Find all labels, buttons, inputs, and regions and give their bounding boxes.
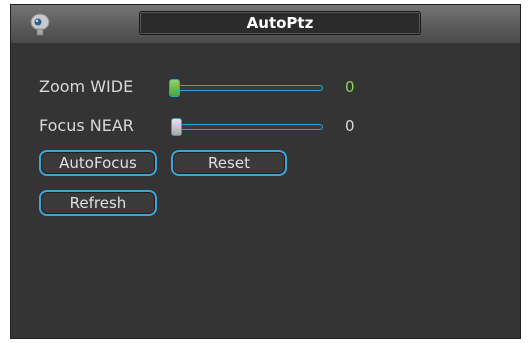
autoptz-window: AutoPtz Zoom WIDE 0 Focus NEAR 0 AutoFoc… xyxy=(10,4,521,339)
refresh-button[interactable]: Refresh xyxy=(39,190,157,216)
camera-icon xyxy=(30,13,50,36)
focus-label: Focus NEAR xyxy=(39,116,134,135)
focus-slider[interactable] xyxy=(171,118,323,136)
reset-button[interactable]: Reset xyxy=(171,150,287,176)
zoom-slider-thumb[interactable] xyxy=(169,79,180,97)
zoom-slider-track[interactable] xyxy=(169,85,323,91)
zoom-label: Zoom WIDE xyxy=(39,77,134,96)
autofocus-button[interactable]: AutoFocus xyxy=(39,150,157,176)
window-title: AutoPtz xyxy=(139,11,421,35)
focus-slider-track[interactable] xyxy=(171,124,323,130)
title-bar: AutoPtz xyxy=(11,5,520,43)
focus-slider-thumb[interactable] xyxy=(171,118,182,136)
focus-value: 0 xyxy=(345,117,355,135)
zoom-slider[interactable] xyxy=(169,79,323,97)
zoom-value: 0 xyxy=(345,78,355,96)
